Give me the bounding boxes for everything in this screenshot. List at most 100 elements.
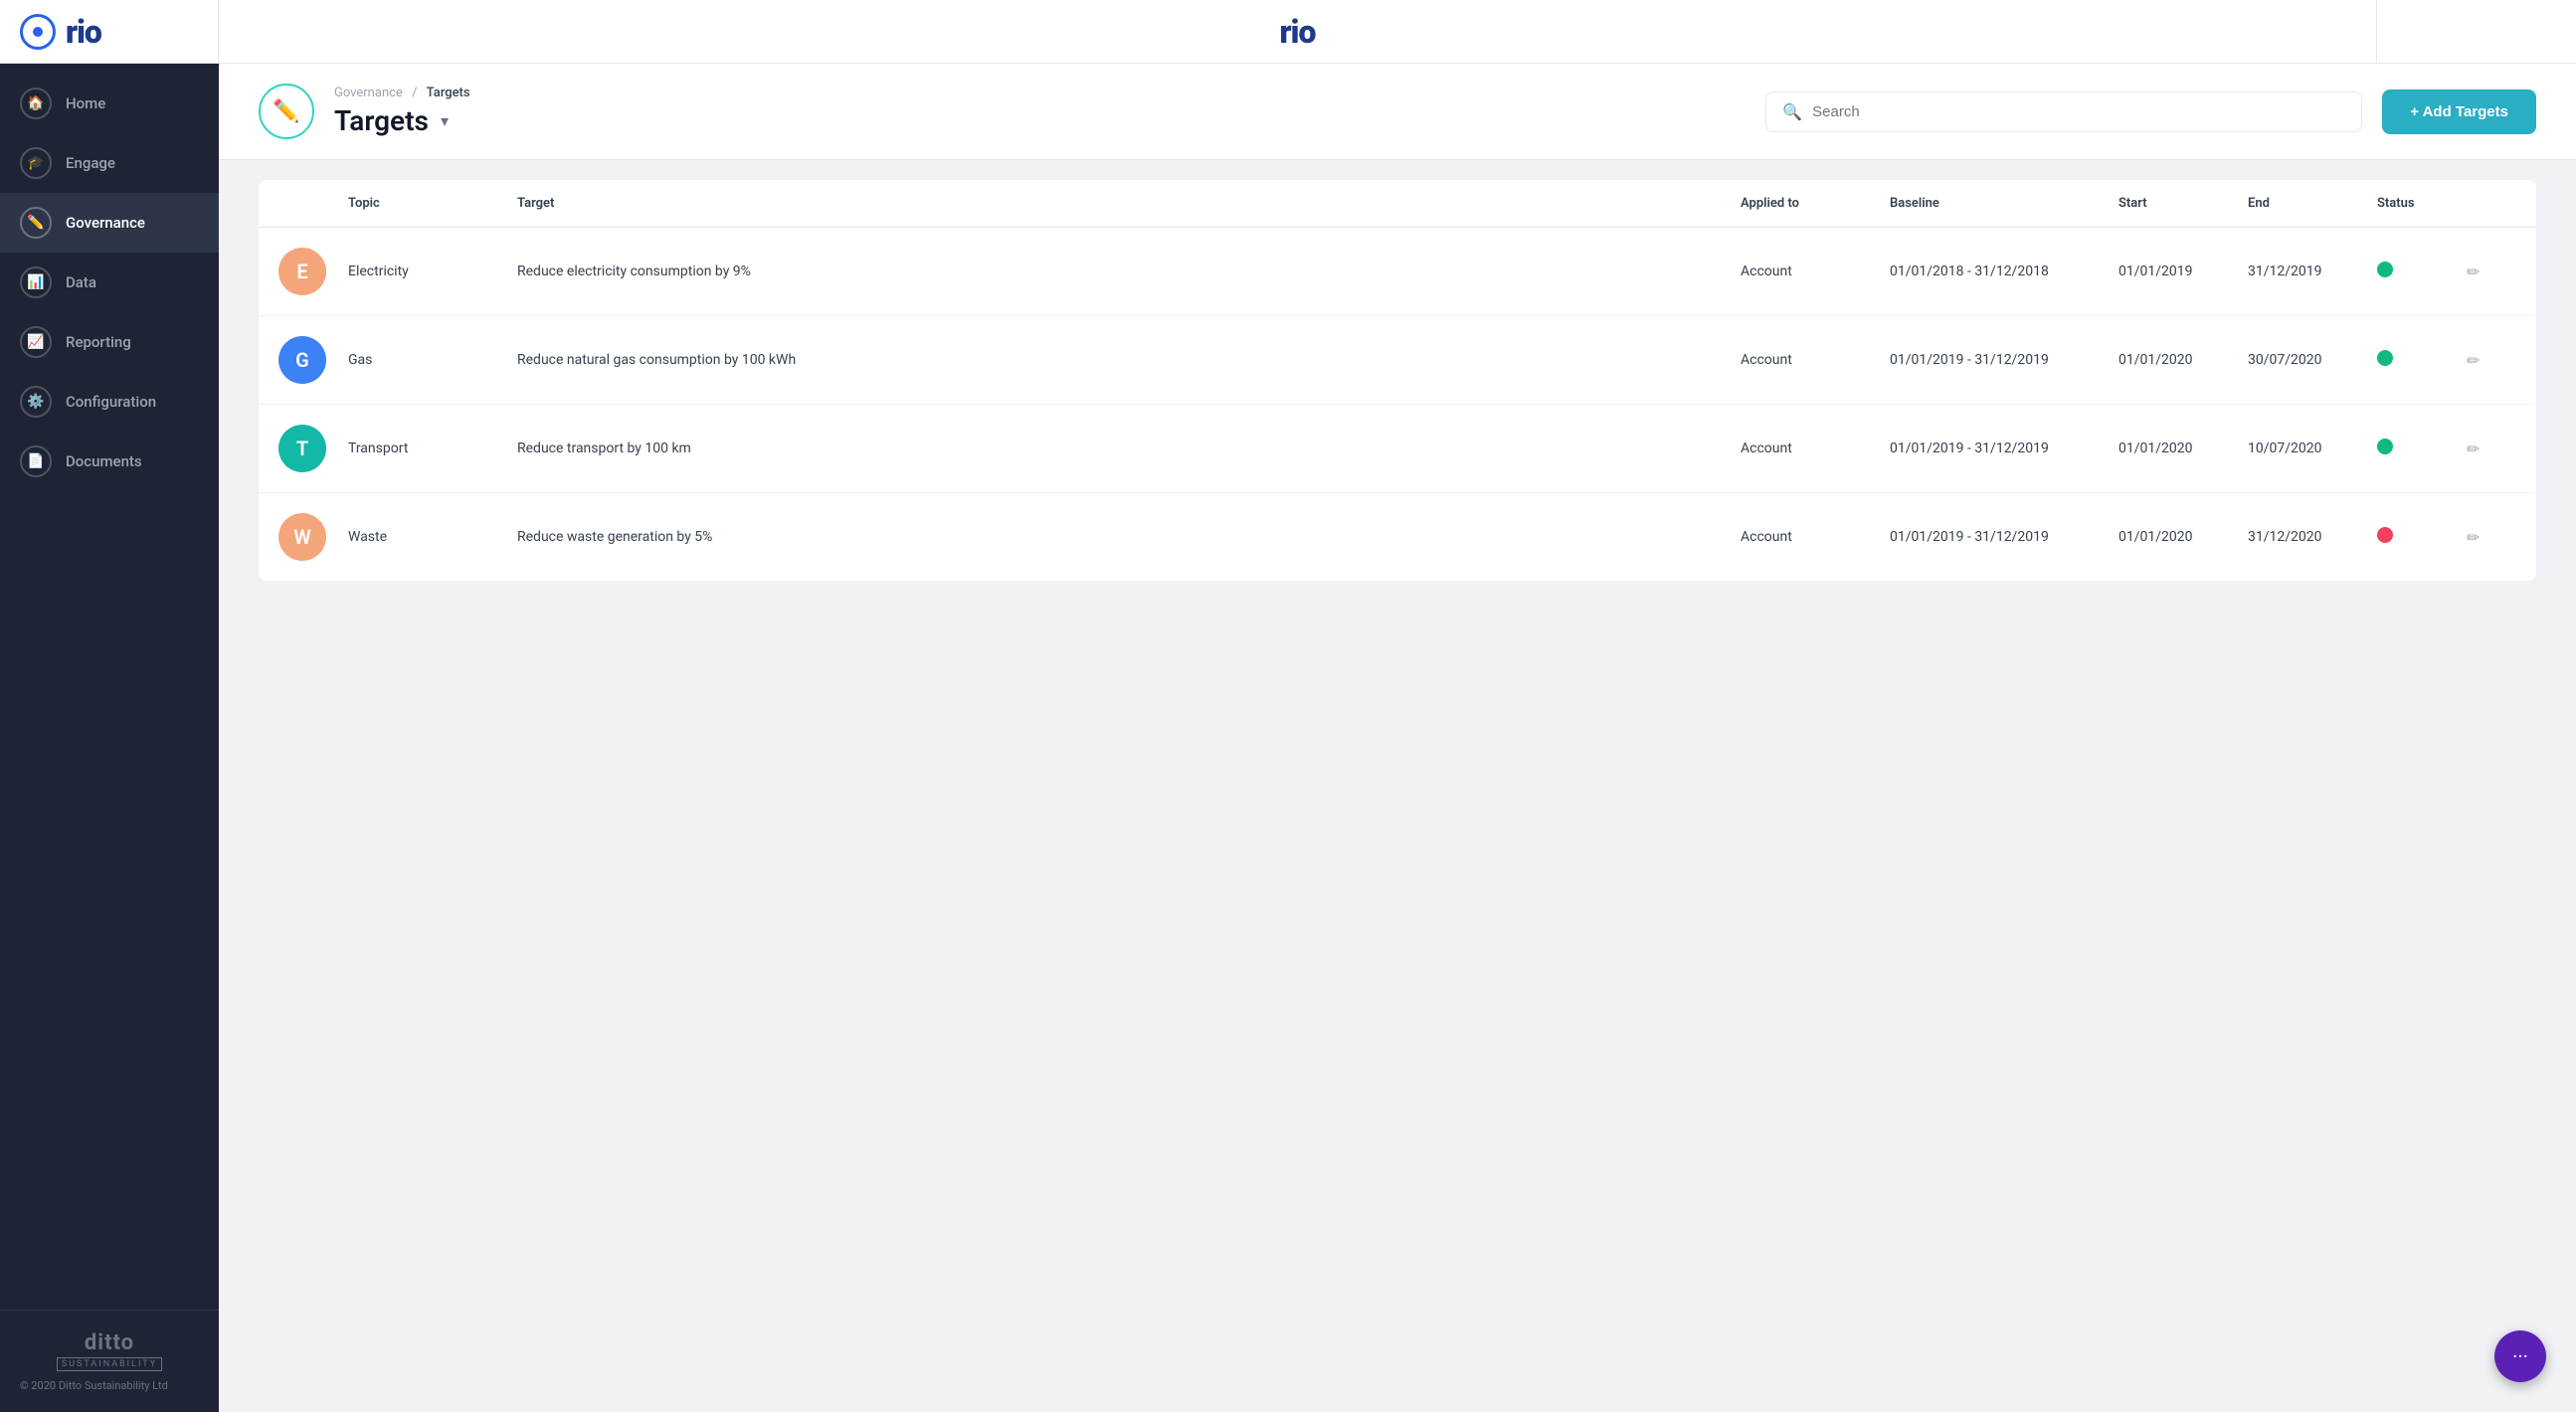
row-baseline-0: 01/01/2018 - 31/12/2018 [1890, 264, 2109, 279]
row-avatar-0: E [278, 248, 338, 295]
sidebar-label-engage: Engage [66, 154, 115, 172]
table-body: E Electricity Reduce electricity consump… [259, 228, 2536, 581]
logo-text: rio [66, 13, 101, 51]
row-end-0: 31/12/2019 [2248, 264, 2367, 279]
table-area: Topic Target Applied to Baseline Start E… [219, 160, 2576, 1412]
main-content: ✏️ Governance / Targets Targets ▾ 🔍 + Ad… [219, 64, 2576, 1412]
search-icon: 🔍 [1782, 102, 1802, 121]
title-dropdown-chevron[interactable]: ▾ [441, 111, 449, 130]
breadcrumb-current: Targets [427, 86, 470, 100]
search-input[interactable] [1812, 103, 2345, 120]
sidebar-icon-documents: 📄 [20, 445, 52, 477]
sidebar-item-reporting[interactable]: 📈 Reporting [0, 312, 219, 372]
center-logo-text: rio [1280, 13, 1316, 51]
sidebar-item-home[interactable]: 🏠 Home [0, 74, 219, 133]
edit-icon-3[interactable]: ✏ [2467, 528, 2480, 547]
row-start-1: 01/01/2020 [2118, 352, 2238, 368]
sidebar-label-data: Data [66, 273, 96, 291]
main-logo-area: rio [219, 0, 2377, 63]
table-header: Topic Target Applied to Baseline Start E… [259, 180, 2536, 228]
row-applied-to-1: Account [1741, 352, 1880, 368]
sidebar-item-data[interactable]: 📊 Data [0, 253, 219, 312]
sidebar-icon-data: 📊 [20, 266, 52, 298]
sidebar-footer: ditto SUSTAINABILITY © 2020 Ditto Sustai… [0, 1310, 219, 1412]
add-targets-button[interactable]: + Add Targets [2382, 89, 2536, 134]
row-target-3: Reduce waste generation by 5% [517, 529, 1731, 545]
row-baseline-3: 01/01/2019 - 31/12/2019 [1890, 529, 2109, 545]
row-baseline-1: 01/01/2019 - 31/12/2019 [1890, 352, 2109, 368]
col-status: Status [2377, 196, 2457, 211]
row-edit-1[interactable]: ✏ [2467, 351, 2516, 370]
row-baseline-2: 01/01/2019 - 31/12/2019 [1890, 441, 2109, 456]
search-bar[interactable]: 🔍 [1765, 91, 2362, 132]
row-avatar-1: G [278, 336, 338, 384]
row-avatar-3: W [278, 513, 338, 561]
col-baseline: Baseline [1890, 196, 2109, 211]
row-end-2: 10/07/2020 [2248, 441, 2367, 456]
page-title-row: Targets ▾ [334, 104, 1746, 137]
sidebar-label-configuration: Configuration [66, 393, 156, 411]
sidebar-label-reporting: Reporting [66, 333, 131, 351]
row-status-3 [2377, 527, 2457, 547]
top-header: rio rio [0, 0, 2576, 64]
col-actions [2467, 196, 2516, 211]
col-target: Target [517, 196, 1731, 211]
col-topic: Topic [348, 196, 507, 211]
row-topic-1: Gas [348, 352, 507, 368]
row-avatar-2: T [278, 425, 338, 472]
sidebar-label-governance: Governance [66, 214, 145, 232]
sidebar-item-documents[interactable]: 📄 Documents [0, 432, 219, 491]
page-icon: ✏️ [259, 84, 314, 139]
col-end: End [2248, 196, 2367, 211]
row-status-2 [2377, 439, 2457, 458]
row-topic-3: Waste [348, 529, 507, 545]
ditto-brand: ditto SUSTAINABILITY [20, 1330, 199, 1371]
breadcrumb-parent: Governance [334, 86, 403, 100]
sidebar-icon-configuration: ⚙️ [20, 386, 52, 418]
ditto-logo-name: ditto [20, 1330, 199, 1355]
edit-icon-1[interactable]: ✏ [2467, 351, 2480, 370]
col-avatar [278, 196, 338, 211]
sidebar-icon-governance: ✏️ [20, 207, 52, 239]
row-end-1: 30/07/2020 [2248, 352, 2367, 368]
targets-table: Topic Target Applied to Baseline Start E… [259, 180, 2536, 581]
row-applied-to-0: Account [1741, 264, 1880, 279]
sidebar: 🏠 Home 🎓 Engage ✏️ Governance 📊 Data 📈 R… [0, 64, 219, 1412]
table-row: W Waste Reduce waste generation by 5% Ac… [259, 493, 2536, 581]
page-title: Targets [334, 104, 429, 137]
row-topic-0: Electricity [348, 264, 507, 279]
row-status-0 [2377, 262, 2457, 281]
edit-icon-2[interactable]: ✏ [2467, 440, 2480, 458]
row-edit-0[interactable]: ✏ [2467, 263, 2516, 281]
sidebar-item-governance[interactable]: ✏️ Governance [0, 193, 219, 253]
row-applied-to-3: Account [1741, 529, 1880, 545]
sidebar-logo: rio [0, 0, 219, 63]
breadcrumb: Governance / Targets [334, 86, 1746, 100]
copyright-text: © 2020 Ditto Sustainability Ltd [20, 1379, 199, 1392]
sidebar-item-configuration[interactable]: ⚙️ Configuration [0, 372, 219, 432]
sidebar-icon-reporting: 📈 [20, 326, 52, 358]
sub-header: ✏️ Governance / Targets Targets ▾ 🔍 + Ad… [219, 64, 2576, 160]
sidebar-icon-engage: 🎓 [20, 147, 52, 179]
row-target-1: Reduce natural gas consumption by 100 kW… [517, 352, 1731, 368]
ditto-sub-label: SUSTAINABILITY [57, 1357, 162, 1371]
sidebar-label-home: Home [66, 94, 105, 112]
row-topic-2: Transport [348, 441, 507, 456]
table-row: E Electricity Reduce electricity consump… [259, 228, 2536, 316]
chat-icon: ··· [2512, 1344, 2528, 1368]
col-start: Start [2118, 196, 2238, 211]
row-edit-2[interactable]: ✏ [2467, 440, 2516, 458]
row-end-3: 31/12/2020 [2248, 529, 2367, 545]
row-start-2: 01/01/2020 [2118, 441, 2238, 456]
row-applied-to-2: Account [1741, 441, 1880, 456]
edit-icon-0[interactable]: ✏ [2467, 263, 2480, 281]
sidebar-item-engage[interactable]: 🎓 Engage [0, 133, 219, 193]
row-start-0: 01/01/2019 [2118, 264, 2238, 279]
row-status-1 [2377, 350, 2457, 370]
sidebar-nav: 🏠 Home 🎓 Engage ✏️ Governance 📊 Data 📈 R… [0, 64, 219, 1310]
row-target-2: Reduce transport by 100 km [517, 441, 1731, 456]
breadcrumb-sep: / [412, 86, 421, 100]
chat-bubble[interactable]: ··· [2494, 1330, 2546, 1382]
col-applied-to: Applied to [1741, 196, 1880, 211]
row-edit-3[interactable]: ✏ [2467, 528, 2516, 547]
